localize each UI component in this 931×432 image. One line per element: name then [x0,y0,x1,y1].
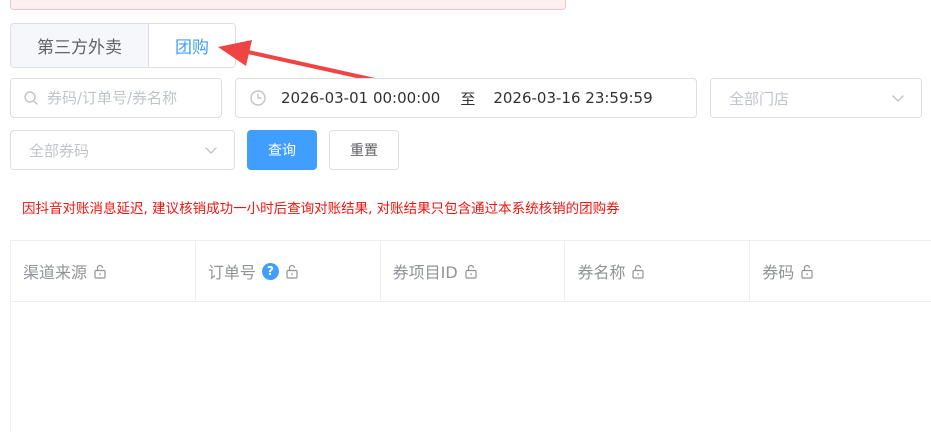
column-header-coupon-item-id: 券项目ID [381,241,566,301]
channel-tabs: 第三方外卖 团购 [10,23,236,68]
column-header-channel: 渠道来源 [11,241,196,301]
reset-button[interactable]: 重置 [329,130,399,170]
tab-third-party-delivery[interactable]: 第三方外卖 [11,24,149,67]
top-notice-text: ... [21,0,34,4]
chevron-down-icon [892,95,904,102]
unlock-icon[interactable] [800,264,814,279]
column-label: 渠道来源 [23,263,88,282]
clock-icon [250,90,266,106]
reconciliation-table: 渠道来源 订单号 ? 券项目ID 券名称 券码 [10,240,931,432]
chevron-down-icon [205,147,217,154]
date-separator: 至 [460,89,476,108]
search-input[interactable] [47,89,197,107]
top-notice-banner: ... [10,0,566,10]
help-icon[interactable]: ? [261,262,279,280]
store-select[interactable]: 全部门店 [710,78,922,118]
table-header: 渠道来源 订单号 ? 券项目ID 券名称 券码 [11,241,931,302]
column-label: 券码 [762,263,795,282]
search-icon [24,91,38,105]
column-label: 券名称 [577,263,626,282]
unlock-icon[interactable] [631,264,645,279]
store-select-placeholder: 全部门店 [729,89,790,108]
column-header-order-no: 订单号 ? [196,241,381,301]
column-label: 订单号 [207,263,256,282]
date-start[interactable]: 2026-03-01 00:00:00 [281,89,440,107]
column-header-coupon-code: 券码 [750,241,931,301]
date-end[interactable]: 2026-03-16 23:59:59 [493,89,652,107]
unlock-icon[interactable] [464,264,478,279]
coupon-select-placeholder: 全部券码 [29,141,90,160]
column-label: 券项目ID [392,263,458,282]
date-range-picker[interactable]: 2026-03-01 00:00:00 至 2026-03-16 23:59:5… [235,78,697,118]
column-header-coupon-name: 券名称 [565,241,751,301]
coupon-select[interactable]: 全部券码 [10,130,235,170]
reconciliation-notice: 因抖音对账消息延迟, 建议核销成功一小时后查询对账结果, 对账结果只包含通过本系… [22,201,620,217]
unlock-icon[interactable] [93,264,107,279]
search-field[interactable] [10,78,222,118]
unlock-icon[interactable] [285,264,299,279]
tab-group-buy[interactable]: 团购 [149,24,235,67]
query-button[interactable]: 查询 [247,130,317,170]
page: ... 第三方外卖 团购 2026-03-01 00:00:00 至 2026-… [0,0,931,432]
